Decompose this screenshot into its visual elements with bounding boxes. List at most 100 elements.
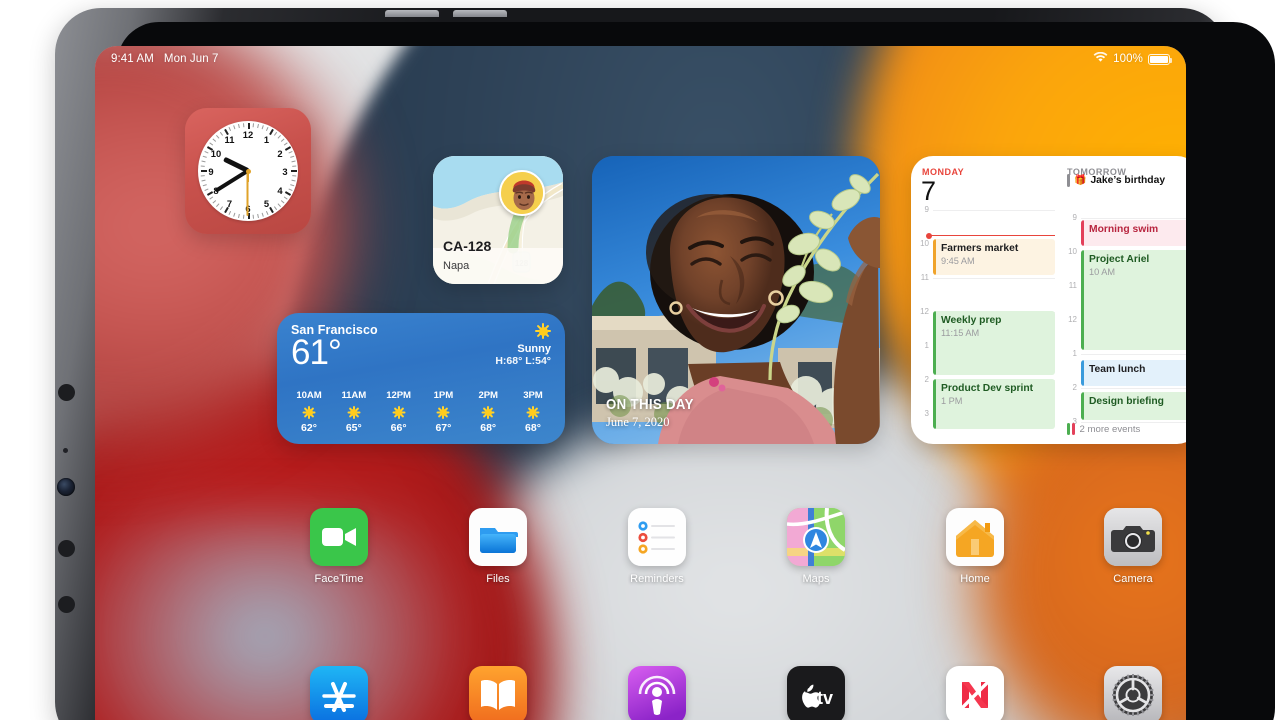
weather-hour-cell: 3PM 68°	[515, 390, 551, 434]
weather-hour-cell: 1PM 67°	[425, 390, 461, 434]
calendar-event-color-bar	[933, 239, 936, 275]
calendar-event-title: Morning swim	[1089, 224, 1159, 235]
calendar-day-number: 7	[921, 176, 937, 206]
calendar-hour-line	[1081, 354, 1186, 355]
calendar-event[interactable]: Morning swim	[1081, 220, 1186, 246]
clock-tick	[290, 155, 295, 158]
weather-hour-temp: 66°	[390, 422, 407, 434]
clock-numeral: 11	[224, 133, 235, 145]
clock-face: 121234567891011	[198, 121, 298, 221]
calendar-hour-label: 9	[1072, 213, 1077, 222]
weather-hour-temp: 67°	[435, 422, 452, 434]
calendar-widget[interactable]: MONDAY 7 91011121234Farmers market9:45 A…	[911, 156, 1186, 444]
calendar-event-time: 1 PM	[941, 395, 963, 406]
calendar-hour-label: 11	[920, 273, 929, 282]
calendar-day-of-week: MONDAY	[922, 167, 965, 177]
volume-up-button[interactable]	[385, 10, 439, 17]
clock-tick	[291, 179, 296, 182]
volume-down-button[interactable]	[453, 10, 507, 17]
calendar-event[interactable]: Project Ariel 10 AM	[1081, 250, 1186, 350]
memoji-pin-icon	[499, 170, 545, 216]
calendar-more-events-label: 2 more events	[1079, 423, 1141, 435]
clock-tick	[290, 184, 295, 187]
clock-numeral: 2	[277, 147, 283, 159]
wifi-icon	[1093, 51, 1108, 66]
clock-tick	[261, 212, 264, 217]
ipad-screen: 9:41 AM Mon Jun 7 100% 121234567891011	[95, 46, 1186, 720]
weather-hour-cell: 10AM 62°	[291, 390, 327, 434]
speaker-grille-dot	[58, 596, 75, 613]
clock-tick	[288, 188, 293, 191]
clock-tick	[242, 214, 245, 219]
clock-tick	[201, 160, 206, 163]
maps-widget[interactable]: 128 CA-128 Napa	[433, 156, 563, 284]
calendar-event-title: Design briefing	[1089, 396, 1164, 407]
gift-icon: 🎁	[1074, 175, 1087, 186]
calendar-tomorrow-column: TOMORROW 91011121234🎁Jake’s birthdayMorn…	[1059, 156, 1186, 444]
clock-tick	[252, 123, 255, 128]
sun-icon	[526, 406, 540, 419]
clock-tick	[265, 126, 269, 132]
calendar-event[interactable]: Design briefing	[1081, 392, 1186, 420]
sun-icon	[302, 406, 316, 419]
calendar-event-title: Jake’s birthday	[1090, 175, 1166, 186]
weather-hour-cell: 12PM 66°	[381, 390, 417, 434]
clock-tick	[202, 155, 207, 158]
calendar-more-events-bars	[1067, 423, 1075, 435]
clock-numeral: 10	[210, 147, 222, 159]
speaker-grille-dot	[58, 540, 75, 557]
clock-tick	[252, 214, 255, 219]
calendar-all-day-event[interactable]: 🎁 Jake’s birthday	[1067, 174, 1186, 187]
clock-pivot	[245, 168, 251, 174]
calendar-hour-line	[933, 210, 1055, 211]
calendar-more-events[interactable]: 2 more events	[1067, 423, 1140, 435]
clock-numeral: 3	[282, 166, 288, 177]
clock-tick	[204, 188, 209, 191]
calendar-event-title: Product Dev sprint	[941, 383, 1034, 394]
weather-hour-time: 1PM	[433, 390, 454, 401]
map-road-label: CA-128	[443, 238, 492, 254]
clock-numeral: 5	[263, 198, 270, 210]
clock-tick	[288, 151, 293, 154]
clock-tick	[273, 206, 278, 211]
weather-hour-temp: 68°	[525, 422, 541, 434]
calendar-event-color-bar	[1081, 250, 1084, 350]
clock-widget[interactable]: 121234567891011	[185, 108, 311, 234]
calendar-event-color-bar	[1067, 174, 1070, 187]
weather-hour-temp: 65°	[345, 422, 362, 434]
calendar-hour-label: 9	[924, 205, 929, 214]
battery-icon	[1148, 53, 1173, 65]
clock-tick	[216, 134, 220, 139]
status-time: 9:41 AM	[111, 53, 154, 65]
calendar-event[interactable]: Weekly prep 11:15 AM	[933, 311, 1055, 375]
calendar-hour-label: 1	[924, 341, 929, 350]
photos-widget[interactable]: ON THIS DAY June 7, 2020	[592, 156, 880, 444]
clock-tick	[292, 175, 297, 177]
weather-condition: Sunny	[517, 343, 551, 355]
clock-tick	[201, 179, 206, 182]
clock-tick	[257, 123, 259, 129]
calendar-hour-line	[933, 278, 1055, 279]
calendar-event[interactable]: Farmers market 9:45 AM	[933, 239, 1055, 275]
calendar-event-color-bar	[1081, 392, 1084, 420]
weather-hour-time: 12PM	[386, 390, 411, 401]
calendar-current-time-indicator	[926, 231, 1055, 241]
clock-tick	[209, 142, 214, 146]
clock-tick	[257, 213, 259, 219]
clock-tick	[283, 196, 288, 200]
calendar-event[interactable]: Product Dev sprint 1 PM	[933, 379, 1055, 429]
calendar-event[interactable]: Team lunch	[1081, 360, 1186, 386]
microphone-icon	[63, 448, 68, 453]
calendar-hour-label: 11	[1068, 281, 1077, 290]
calendar-hour-label: 4	[915, 443, 929, 444]
widget-area: 121234567891011	[95, 46, 1186, 720]
clock-tick	[233, 212, 236, 217]
clock-tick	[212, 138, 217, 142]
clock-tick	[280, 200, 285, 204]
weather-hourly-forecast: 10AM 62° 11AM 65° 12PM 66° 1PM 67° 2PM 68° 3PM 68°	[291, 390, 551, 434]
calendar-hour-line	[1081, 218, 1186, 219]
weather-hour-time: 10AM	[296, 390, 322, 401]
clock-tick	[277, 134, 281, 139]
clock-numeral: 12	[242, 129, 254, 140]
weather-widget[interactable]: San Francisco 61° Sunny H:68° L:54° 10AM…	[277, 313, 565, 444]
